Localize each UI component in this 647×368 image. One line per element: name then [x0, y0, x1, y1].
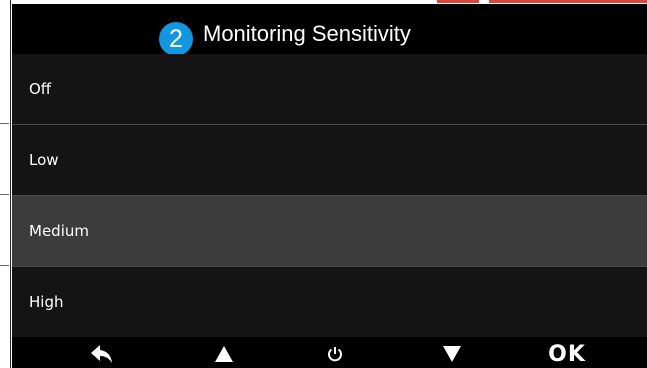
document-margin: [0, 0, 12, 368]
device-screen: 2 Monitoring Sensitivity Off Low Medium …: [12, 4, 647, 368]
screen-header: 2 Monitoring Sensitivity: [12, 4, 647, 56]
margin-tick: [0, 123, 9, 124]
margin-tick: [0, 265, 9, 266]
up-triangle-icon: [215, 346, 233, 362]
power-icon: [328, 347, 342, 362]
red-marker: [489, 0, 647, 3]
option-off[interactable]: Off: [12, 54, 647, 124]
option-label: Off: [29, 80, 52, 98]
ok-label: OK: [548, 341, 586, 367]
ok-button[interactable]: OK: [542, 340, 592, 368]
button-bar: OK: [12, 340, 647, 368]
step-badge: 2: [159, 22, 193, 56]
margin-tick: [0, 194, 9, 195]
down-button[interactable]: [434, 340, 470, 368]
option-low[interactable]: Low: [12, 125, 647, 195]
back-arrow-icon: [91, 345, 112, 363]
option-medium[interactable]: Medium: [12, 196, 647, 266]
option-label: Medium: [29, 222, 89, 240]
option-high[interactable]: High: [12, 267, 647, 337]
option-label: Low: [29, 151, 59, 169]
red-marker: [437, 0, 479, 3]
margin-edge: [10, 0, 11, 368]
option-label: High: [29, 293, 64, 311]
up-button[interactable]: [206, 340, 242, 368]
page-title: Monitoring Sensitivity: [203, 21, 411, 46]
power-button[interactable]: [317, 340, 353, 368]
down-triangle-icon: [443, 346, 461, 362]
back-button[interactable]: [82, 340, 122, 368]
